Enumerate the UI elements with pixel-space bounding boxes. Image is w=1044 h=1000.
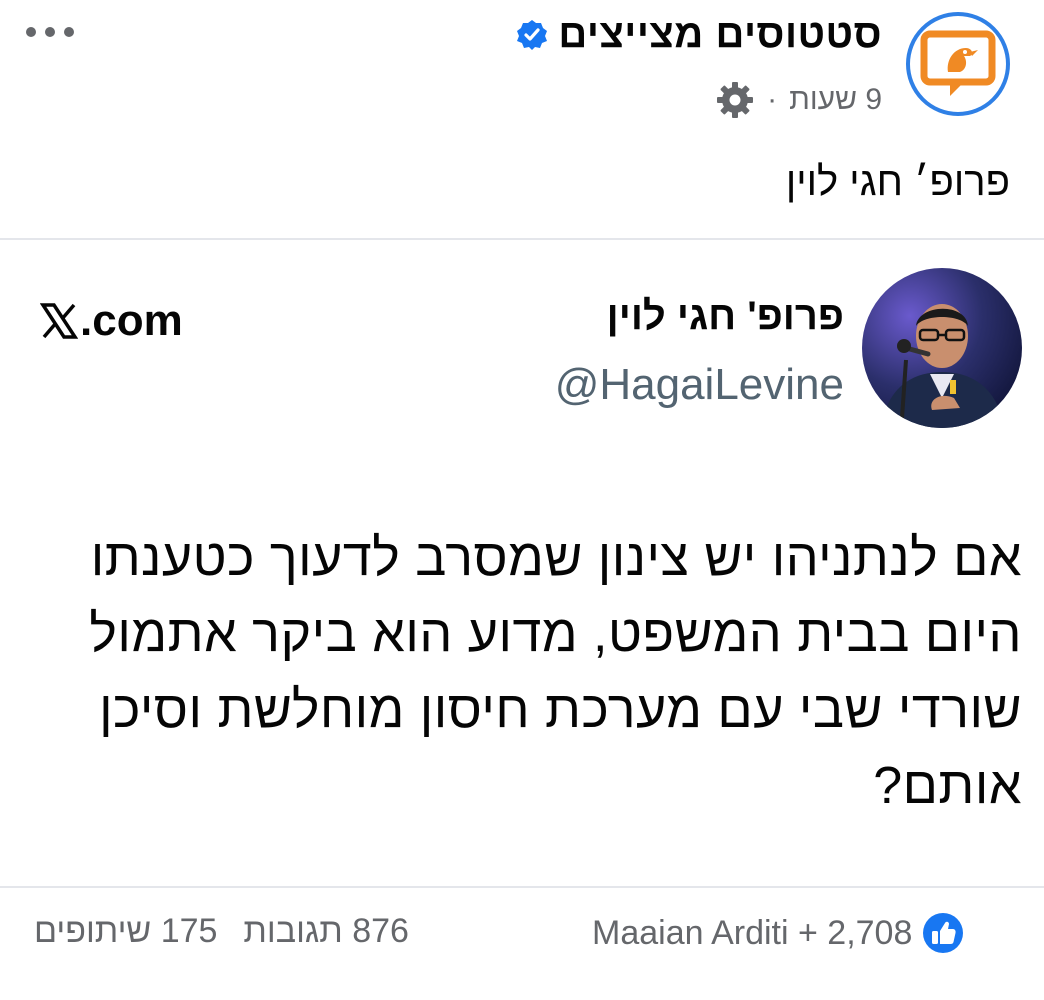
tweet-author-handle[interactable]: @HagaiLevine — [555, 360, 844, 410]
tweet-author-avatar[interactable] — [862, 268, 1022, 428]
tweet-body-line: שורדי שבי עם מערכת חיסון מוחלשת וסיכן — [99, 681, 1022, 739]
engagement-counts: 876 תגובות 175 שיתופים — [34, 912, 409, 951]
page-name[interactable]: סטטוסים מצייצים — [558, 12, 882, 57]
reactions-text: Maaian Arditi + 2,708 — [592, 913, 913, 952]
tweet-body: אם לנתניהו יש צינון שמסרב לדעוך כטענתו ה… — [32, 520, 1022, 824]
tweet-source-link[interactable]: .com — [40, 296, 183, 346]
post-time[interactable]: 9 שעות — [789, 83, 882, 117]
tweet-body-line: אם לנתניהו יש צינון שמסרב לדעוך כטענתו — [90, 529, 1022, 587]
tweet-author-name[interactable]: פרופ' חגי לוין — [607, 294, 844, 339]
reactions-summary[interactable]: Maaian Arditi + 2,708 — [592, 912, 964, 954]
divider — [0, 886, 1044, 888]
page-logo-icon — [920, 30, 996, 96]
tweet-body-line: היום בבית המשפט, מדוע הוא ביקר אתמול — [89, 605, 1022, 663]
gear-icon[interactable] — [715, 80, 755, 120]
tweet-source-text: .com — [80, 296, 183, 345]
x-logo-icon — [40, 303, 78, 339]
like-reaction-icon — [923, 913, 964, 953]
more-icon — [26, 27, 36, 37]
divider — [0, 238, 1044, 240]
meta-separator: · — [767, 83, 778, 116]
tweet-body-line: אותם? — [873, 757, 1022, 815]
more-options-button[interactable] — [26, 20, 82, 44]
page-header: סטטוסים מצייצים — [516, 12, 882, 57]
shares-count[interactable]: 175 שיתופים — [34, 912, 217, 951]
comments-count[interactable]: 876 תגובות — [243, 912, 409, 951]
author-photo — [862, 268, 1022, 428]
verified-badge-icon — [517, 19, 548, 50]
post-text: פרופ׳ חגי לוין — [785, 160, 1010, 204]
post-meta: 9 שעות · — [715, 80, 882, 120]
page-avatar[interactable] — [906, 12, 1010, 116]
